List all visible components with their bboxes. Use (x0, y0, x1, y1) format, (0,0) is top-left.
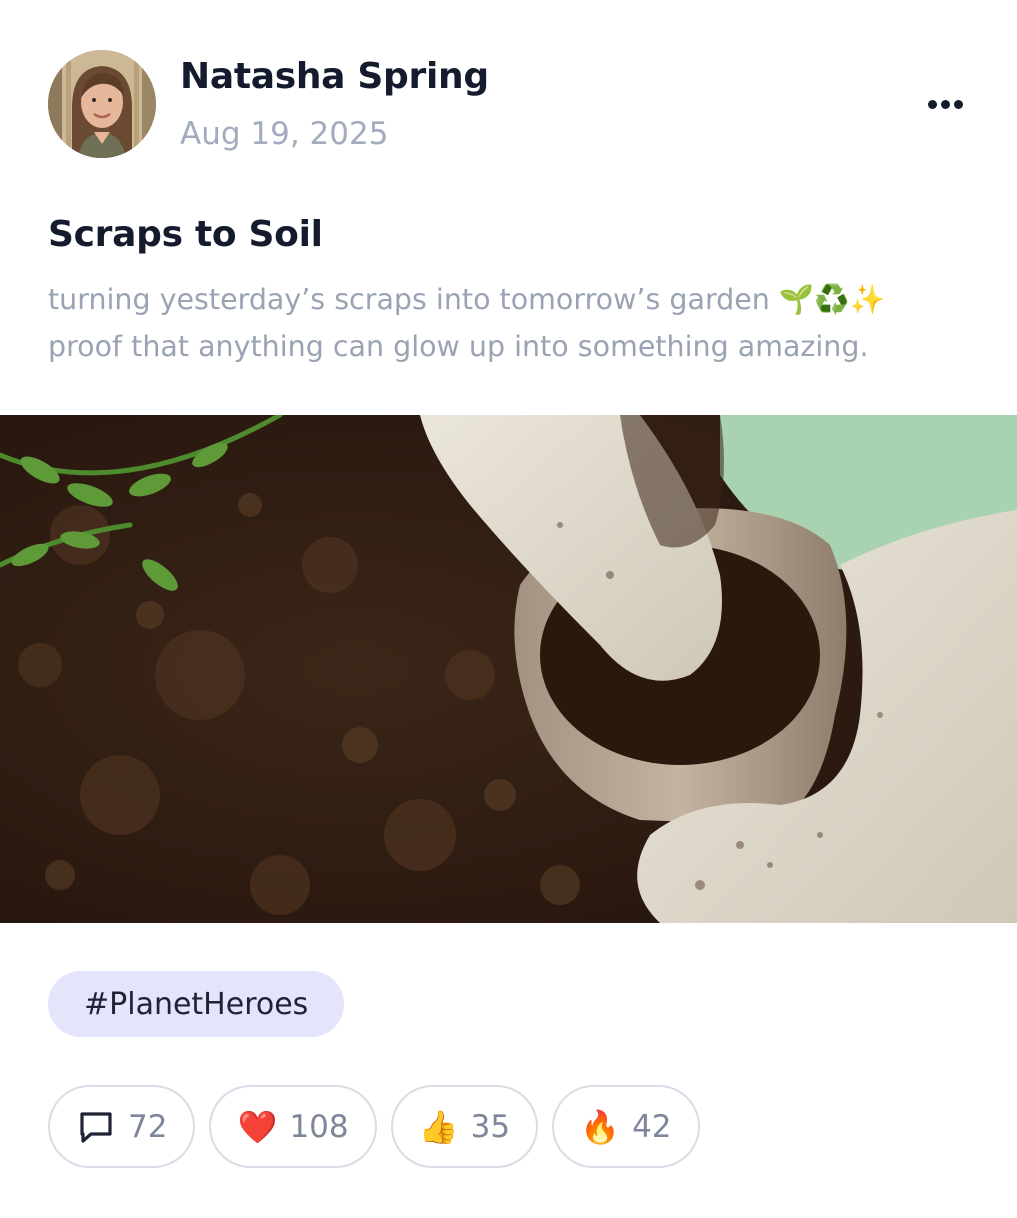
thumbs-up-reaction-button[interactable]: 👍 35 (390, 1085, 539, 1168)
post-body-line: proof that anything can glow up into som… (48, 330, 869, 363)
comment-count: 72 (128, 1108, 168, 1145)
thumbs-up-icon: 👍 (418, 1107, 459, 1146)
thumbs-up-count: 35 (470, 1108, 511, 1145)
avatar[interactable] (48, 50, 156, 158)
post-title: Scraps to Soil (48, 214, 323, 255)
more-horizontal-icon (927, 99, 937, 109)
reactions-bar: 72 ❤️ 108 👍 35 🔥 42 (48, 1085, 700, 1168)
fire-icon: 🔥 (580, 1107, 620, 1146)
more-dot (953, 99, 963, 109)
post-card: Natasha Spring Aug 19, 2025 Scraps to So… (0, 0, 1017, 1218)
post-date: Aug 19, 2025 (180, 116, 389, 152)
heart-icon: ❤️ (237, 1107, 278, 1146)
comment-button[interactable]: 72 (48, 1085, 196, 1168)
comment-icon (76, 1107, 116, 1147)
heart-count: 108 (289, 1108, 349, 1145)
author-name[interactable]: Natasha Spring (180, 56, 489, 97)
fire-reaction-button[interactable]: 🔥 42 (552, 1085, 700, 1168)
post-body: turning yesterday’s scraps into tomorrow… (48, 276, 978, 370)
fire-count: 42 (632, 1108, 672, 1145)
more-options-button[interactable] (921, 92, 969, 116)
post-header: Natasha Spring Aug 19, 2025 (48, 50, 969, 160)
more-dot (940, 99, 950, 109)
post-image[interactable] (0, 415, 1017, 923)
gloved-hands-planting-photo (0, 415, 1017, 923)
heart-reaction-button[interactable]: ❤️ 108 (209, 1085, 377, 1168)
post-body-line: turning yesterday’s scraps into tomorrow… (48, 283, 886, 316)
hashtag-chip[interactable]: #PlanetHeroes (48, 971, 345, 1037)
